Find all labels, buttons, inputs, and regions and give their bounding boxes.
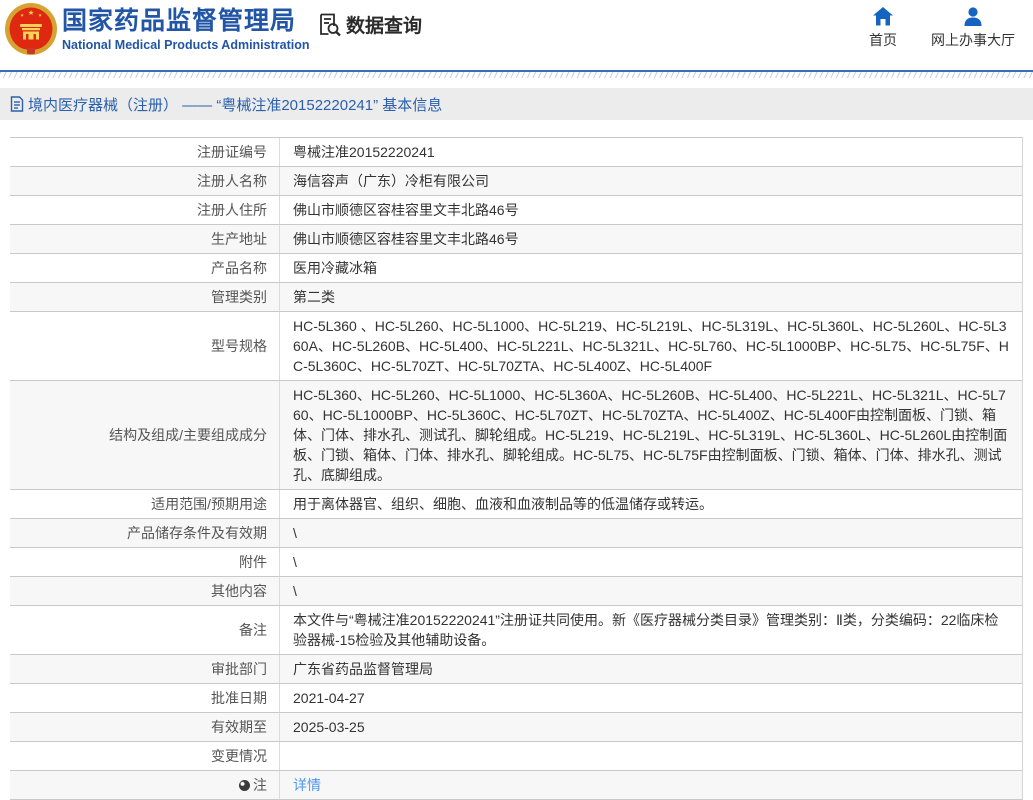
row-value: 医用冷藏冰箱 bbox=[280, 254, 1022, 282]
row-value: 详情 bbox=[280, 771, 1022, 799]
row-value: \ bbox=[280, 577, 1022, 605]
row-value: \ bbox=[280, 519, 1022, 547]
row-label: 型号规格 bbox=[10, 312, 280, 380]
user-icon bbox=[963, 7, 983, 26]
row-value: 第二类 bbox=[280, 283, 1022, 311]
row-value: 2025-03-25 bbox=[280, 713, 1022, 741]
table-row-attachment: 附件 \ bbox=[10, 548, 1022, 577]
row-value: 用于离体器官、组织、细胞、血液和血液制品等的低温储存或转运。 bbox=[280, 490, 1022, 518]
table-row-production-address: 生产地址 佛山市顺德区容桂容里文丰北路46号 bbox=[10, 225, 1022, 254]
row-value: HC-5L360 、HC-5L260、HC-5L1000、HC-5L219、HC… bbox=[280, 312, 1022, 380]
row-label: 产品储存条件及有效期 bbox=[10, 519, 280, 547]
row-value: 广东省药品监督管理局 bbox=[280, 655, 1022, 683]
row-label: 变更情况 bbox=[10, 742, 280, 770]
table-row-reg-number: 注册证编号 粤械注准20152220241 bbox=[10, 138, 1022, 167]
registration-info-table: 注册证编号 粤械注准20152220241 注册人名称 海信容声（广东）冷柜有限… bbox=[10, 137, 1023, 800]
row-value: 佛山市顺德区容桂容里文丰北路46号 bbox=[280, 196, 1022, 224]
detail-link[interactable]: 详情 bbox=[293, 775, 321, 795]
site-title-en: National Medical Products Administration bbox=[62, 38, 310, 52]
row-label: 产品名称 bbox=[10, 254, 280, 282]
row-label: 结构及组成/主要组成成分 bbox=[10, 381, 280, 489]
table-row-model-spec: 型号规格 HC-5L360 、HC-5L260、HC-5L1000、HC-5L2… bbox=[10, 312, 1022, 381]
table-row-approval-date: 批准日期 2021-04-27 bbox=[10, 684, 1022, 713]
row-label: 适用范围/预期用途 bbox=[10, 490, 280, 518]
row-value: 海信容声（广东）冷柜有限公司 bbox=[280, 167, 1022, 195]
row-label: 注 bbox=[10, 771, 280, 799]
table-row-remarks: 备注 本文件与“粤械注准20152220241”注册证共同使用。新《医疗器械分类… bbox=[10, 606, 1022, 655]
nav-service-hall-label: 网上办事大厅 bbox=[931, 30, 1015, 50]
nav-home-label: 首页 bbox=[869, 30, 897, 50]
table-row-approval-department: 审批部门 广东省药品监督管理局 bbox=[10, 655, 1022, 684]
row-value: 粤械注准20152220241 bbox=[280, 138, 1022, 166]
note-label: 注 bbox=[253, 775, 267, 795]
row-label: 有效期至 bbox=[10, 713, 280, 741]
table-row-change-status: 变更情况 bbox=[10, 742, 1022, 771]
data-search-tab[interactable]: 数据查询 bbox=[316, 11, 422, 38]
row-label: 注册人住所 bbox=[10, 196, 280, 224]
data-search-label: 数据查询 bbox=[346, 11, 422, 38]
row-label: 注册证编号 bbox=[10, 138, 280, 166]
site-title-cn: 国家药品监督管理局 bbox=[62, 7, 310, 35]
row-label: 批准日期 bbox=[10, 684, 280, 712]
table-row-valid-until: 有效期至 2025-03-25 bbox=[10, 713, 1022, 742]
breadcrumb: 境内医疗器械（注册） —— “粤械注准20152220241” 基本信息 bbox=[0, 88, 1033, 120]
table-row-note: 注 详情 bbox=[10, 771, 1022, 800]
row-label: 附件 bbox=[10, 548, 280, 576]
table-row-registrant-address: 注册人住所 佛山市顺德区容桂容里文丰北路46号 bbox=[10, 196, 1022, 225]
header-hatch-strip bbox=[0, 72, 1033, 78]
row-label: 管理类别 bbox=[10, 283, 280, 311]
row-value: 2021-04-27 bbox=[280, 684, 1022, 712]
table-row-registrant-name: 注册人名称 海信容声（广东）冷柜有限公司 bbox=[10, 167, 1022, 196]
row-value bbox=[280, 742, 1022, 770]
nav-home[interactable]: 首页 bbox=[869, 7, 897, 50]
document-icon bbox=[10, 96, 24, 112]
national-emblem-icon bbox=[3, 2, 59, 58]
table-row-storage-conditions: 产品储存条件及有效期 \ bbox=[10, 519, 1022, 548]
home-icon bbox=[873, 7, 893, 26]
row-label: 注册人名称 bbox=[10, 167, 280, 195]
row-label: 生产地址 bbox=[10, 225, 280, 253]
row-label: 备注 bbox=[10, 606, 280, 654]
note-icon bbox=[239, 780, 250, 791]
row-value: 本文件与“粤械注准20152220241”注册证共同使用。新《医疗器械分类目录》… bbox=[280, 606, 1022, 654]
row-value: 佛山市顺德区容桂容里文丰北路46号 bbox=[280, 225, 1022, 253]
table-row-management-class: 管理类别 第二类 bbox=[10, 283, 1022, 312]
row-value: \ bbox=[280, 548, 1022, 576]
page-title: 境内医疗器械（注册） —— “粤械注准20152220241” 基本信息 bbox=[28, 94, 442, 115]
table-row-intended-use: 适用范围/预期用途 用于离体器官、组织、细胞、血液和血液制品等的低温储存或转运。 bbox=[10, 490, 1022, 519]
site-header: 国家药品监督管理局 National Medical Products Admi… bbox=[0, 0, 1033, 70]
nav-service-hall[interactable]: 网上办事大厅 bbox=[931, 7, 1015, 50]
row-label: 其他内容 bbox=[10, 577, 280, 605]
table-row-other-content: 其他内容 \ bbox=[10, 577, 1022, 606]
data-search-icon bbox=[316, 11, 343, 38]
row-label: 审批部门 bbox=[10, 655, 280, 683]
top-nav: 首页 网上办事大厅 bbox=[869, 7, 1015, 50]
table-row-structure-composition: 结构及组成/主要组成成分 HC-5L360、HC-5L260、HC-5L1000… bbox=[10, 381, 1022, 490]
table-row-product-name: 产品名称 医用冷藏冰箱 bbox=[10, 254, 1022, 283]
brand-block: 国家药品监督管理局 National Medical Products Admi… bbox=[62, 7, 310, 52]
row-value: HC-5L360、HC-5L260、HC-5L1000、HC-5L360A、HC… bbox=[280, 381, 1022, 489]
